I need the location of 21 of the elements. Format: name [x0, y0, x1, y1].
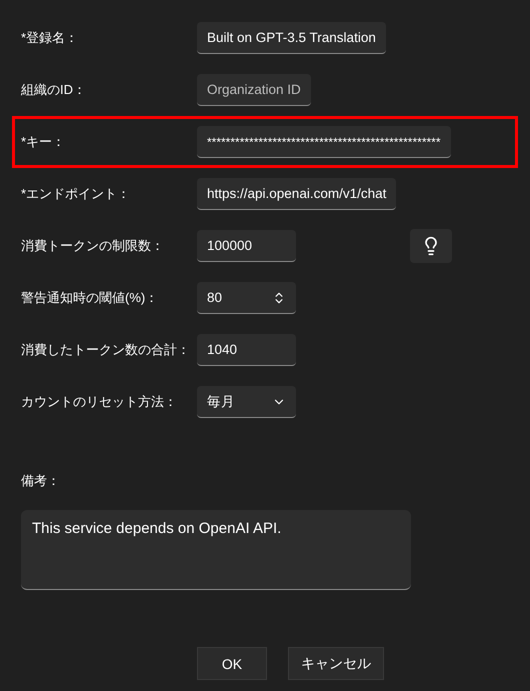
- field-label: *キー：: [21, 133, 66, 151]
- field-label: 警告通知時の閾値(%)：: [21, 289, 160, 307]
- notes-field[interactable]: This service depends on OpenAI API.: [21, 510, 411, 590]
- field-label: 消費したトークン数の合計：: [21, 341, 191, 359]
- text-field[interactable]: **************************************************: [197, 126, 450, 158]
- number-field[interactable]: 100000: [197, 230, 296, 262]
- notes-label: 備考：: [21, 472, 61, 490]
- field-label: *登録名：: [21, 29, 80, 47]
- number-field[interactable]: 1040: [197, 334, 296, 366]
- cancel-button[interactable]: キャンセル: [288, 647, 384, 680]
- field-label: カウントのリセット方法：: [21, 393, 178, 411]
- text-field[interactable]: Organization ID: [197, 74, 311, 106]
- hint-button[interactable]: [410, 229, 452, 263]
- field-label: 消費トークンの制限数：: [21, 237, 165, 255]
- dropdown[interactable]: 毎月: [197, 386, 296, 418]
- field-label: *エンドポイント：: [21, 185, 132, 203]
- number-spinner[interactable]: 80: [197, 282, 296, 314]
- text-field[interactable]: Built on GPT-3.5 Translation: [197, 22, 386, 54]
- text-field[interactable]: https://api.openai.com/v1/chat: [197, 178, 396, 210]
- field-label: 組織のID：: [21, 81, 87, 99]
- ok-button[interactable]: OK: [197, 647, 267, 680]
